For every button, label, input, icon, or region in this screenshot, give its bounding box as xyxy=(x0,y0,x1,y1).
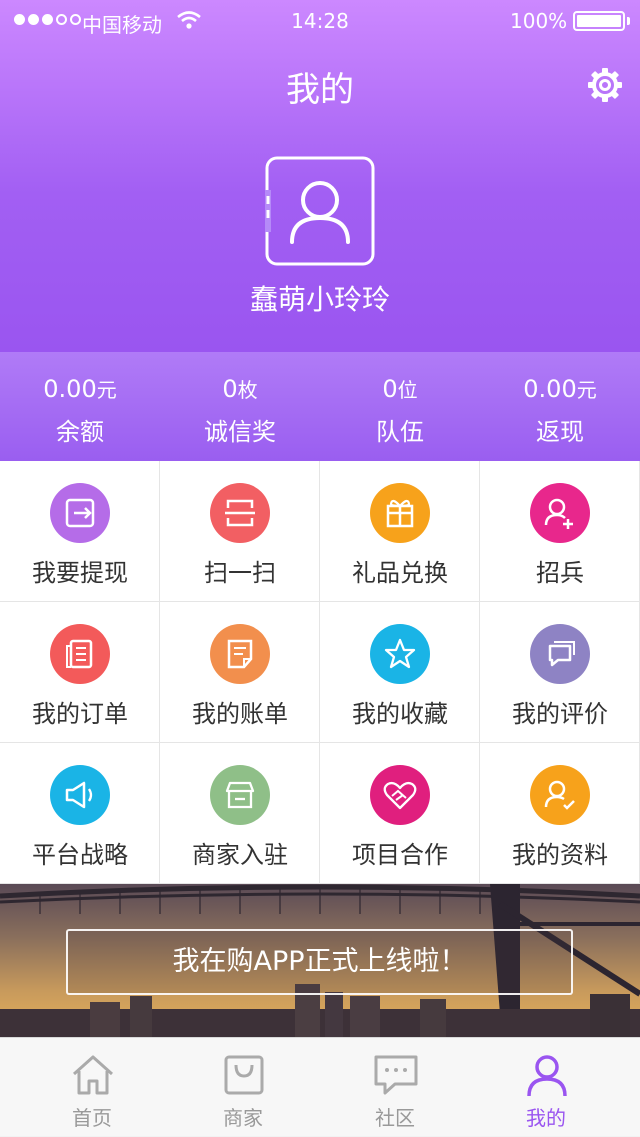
order-icon xyxy=(50,624,110,684)
stat-cashback[interactable]: 0.00元 返现 xyxy=(480,352,640,461)
menu-item-project-cooperation[interactable]: 项目合作 xyxy=(320,743,480,884)
tab-community[interactable]: 社区 xyxy=(315,1038,475,1137)
menu-item-label: 我的资料 xyxy=(512,841,608,869)
gift-icon xyxy=(370,483,430,543)
menu-item-label: 礼品兑换 xyxy=(352,559,448,587)
menu-item-recruit[interactable]: 招兵 xyxy=(480,461,640,602)
battery-icon xyxy=(573,11,625,31)
menu-item-label: 我的收藏 xyxy=(352,700,448,728)
promo-banner[interactable]: 我在购APP正式上线啦！ xyxy=(0,884,640,1037)
stat-team[interactable]: 0位 队伍 xyxy=(320,352,480,461)
status-bar: 中国移动 14:28 100% xyxy=(0,0,640,42)
tab-mine[interactable]: 我的 xyxy=(466,1038,626,1137)
tab-label: 商家 xyxy=(223,1106,263,1130)
menu-item-label: 我的订单 xyxy=(32,700,128,728)
menu-item-merchant-join[interactable]: 商家入驻 xyxy=(160,743,320,884)
stat-unit: 枚 xyxy=(237,378,258,402)
shopping-bag-icon xyxy=(224,1055,264,1095)
menu-item-my-profile[interactable]: 我的资料 xyxy=(480,743,640,884)
menu-item-my-orders[interactable]: 我的订单 xyxy=(0,602,160,743)
profile-header: 中国移动 14:28 100% 我的 蠢萌小玲玲 xyxy=(0,0,640,352)
bill-icon xyxy=(210,624,270,684)
menu-item-label: 我要提现 xyxy=(32,559,128,587)
menu-item-label: 平台战略 xyxy=(32,841,128,869)
menu-item-my-favorites[interactable]: 我的收藏 xyxy=(320,602,480,743)
menu-item-label: 我的评价 xyxy=(512,700,608,728)
stat-value: 0.00 xyxy=(43,375,97,403)
menu-item-platform-strategy[interactable]: 平台战略 xyxy=(0,743,160,884)
menu-item-label: 商家入驻 xyxy=(192,841,288,869)
page-title: 我的 xyxy=(286,70,354,110)
menu-item-scan[interactable]: 扫一扫 xyxy=(160,461,320,602)
tab-label: 社区 xyxy=(375,1106,415,1130)
profile-check-icon xyxy=(530,765,590,825)
tab-merchants[interactable]: 商家 xyxy=(163,1038,323,1137)
menu-item-my-bills[interactable]: 我的账单 xyxy=(160,602,320,743)
stat-integrity-award[interactable]: 0枚 诚信奖 xyxy=(160,352,320,461)
stat-balance[interactable]: 0.00元 余额 xyxy=(0,352,160,461)
menu-item-gift-exchange[interactable]: 礼品兑换 xyxy=(320,461,480,602)
menu-item-label: 项目合作 xyxy=(352,841,448,869)
menu-grid: 我要提现 扫一扫 礼品兑换 招兵 我的订单 我的账单 我的收藏 我的评价 平台战… xyxy=(0,461,640,884)
gear-icon[interactable] xyxy=(586,66,624,104)
menu-item-label: 招兵 xyxy=(536,559,584,587)
tab-bar: 首页 商家 社区 我的 xyxy=(0,1037,640,1136)
banner-announcement[interactable]: 我在购APP正式上线啦！ xyxy=(66,929,573,995)
stat-label: 诚信奖 xyxy=(204,418,276,446)
tab-home[interactable]: 首页 xyxy=(12,1038,172,1137)
stat-unit: 位 xyxy=(397,378,418,402)
megaphone-icon xyxy=(50,765,110,825)
withdraw-icon xyxy=(50,483,110,543)
username: 蠢萌小玲玲 xyxy=(249,283,390,316)
battery-percent: 100% xyxy=(510,9,568,33)
store-icon xyxy=(210,765,270,825)
stat-value: 0 xyxy=(382,375,398,403)
stat-unit: 元 xyxy=(576,378,597,402)
handshake-heart-icon xyxy=(370,765,430,825)
stat-label: 余额 xyxy=(56,418,104,446)
scan-icon xyxy=(210,483,270,543)
menu-item-withdraw[interactable]: 我要提现 xyxy=(0,461,160,602)
add-user-icon xyxy=(530,483,590,543)
tab-label: 首页 xyxy=(72,1106,112,1130)
stat-value: 0 xyxy=(222,375,238,403)
comment-icon xyxy=(530,624,590,684)
chat-icon xyxy=(374,1055,418,1095)
star-icon xyxy=(370,624,430,684)
menu-item-label: 我的账单 xyxy=(192,700,288,728)
user-avatar-icon[interactable] xyxy=(265,156,375,266)
home-icon xyxy=(72,1055,114,1095)
stat-value: 0.00 xyxy=(523,375,577,403)
stat-label: 队伍 xyxy=(376,418,424,446)
user-icon xyxy=(527,1055,567,1097)
stat-label: 返现 xyxy=(536,418,584,446)
stats-bar: 0.00元 余额 0枚 诚信奖 0位 队伍 0.00元 返现 xyxy=(0,352,640,461)
menu-item-label: 扫一扫 xyxy=(204,559,276,587)
menu-item-my-reviews[interactable]: 我的评价 xyxy=(480,602,640,743)
tab-label: 我的 xyxy=(526,1106,566,1130)
stat-unit: 元 xyxy=(96,378,117,402)
